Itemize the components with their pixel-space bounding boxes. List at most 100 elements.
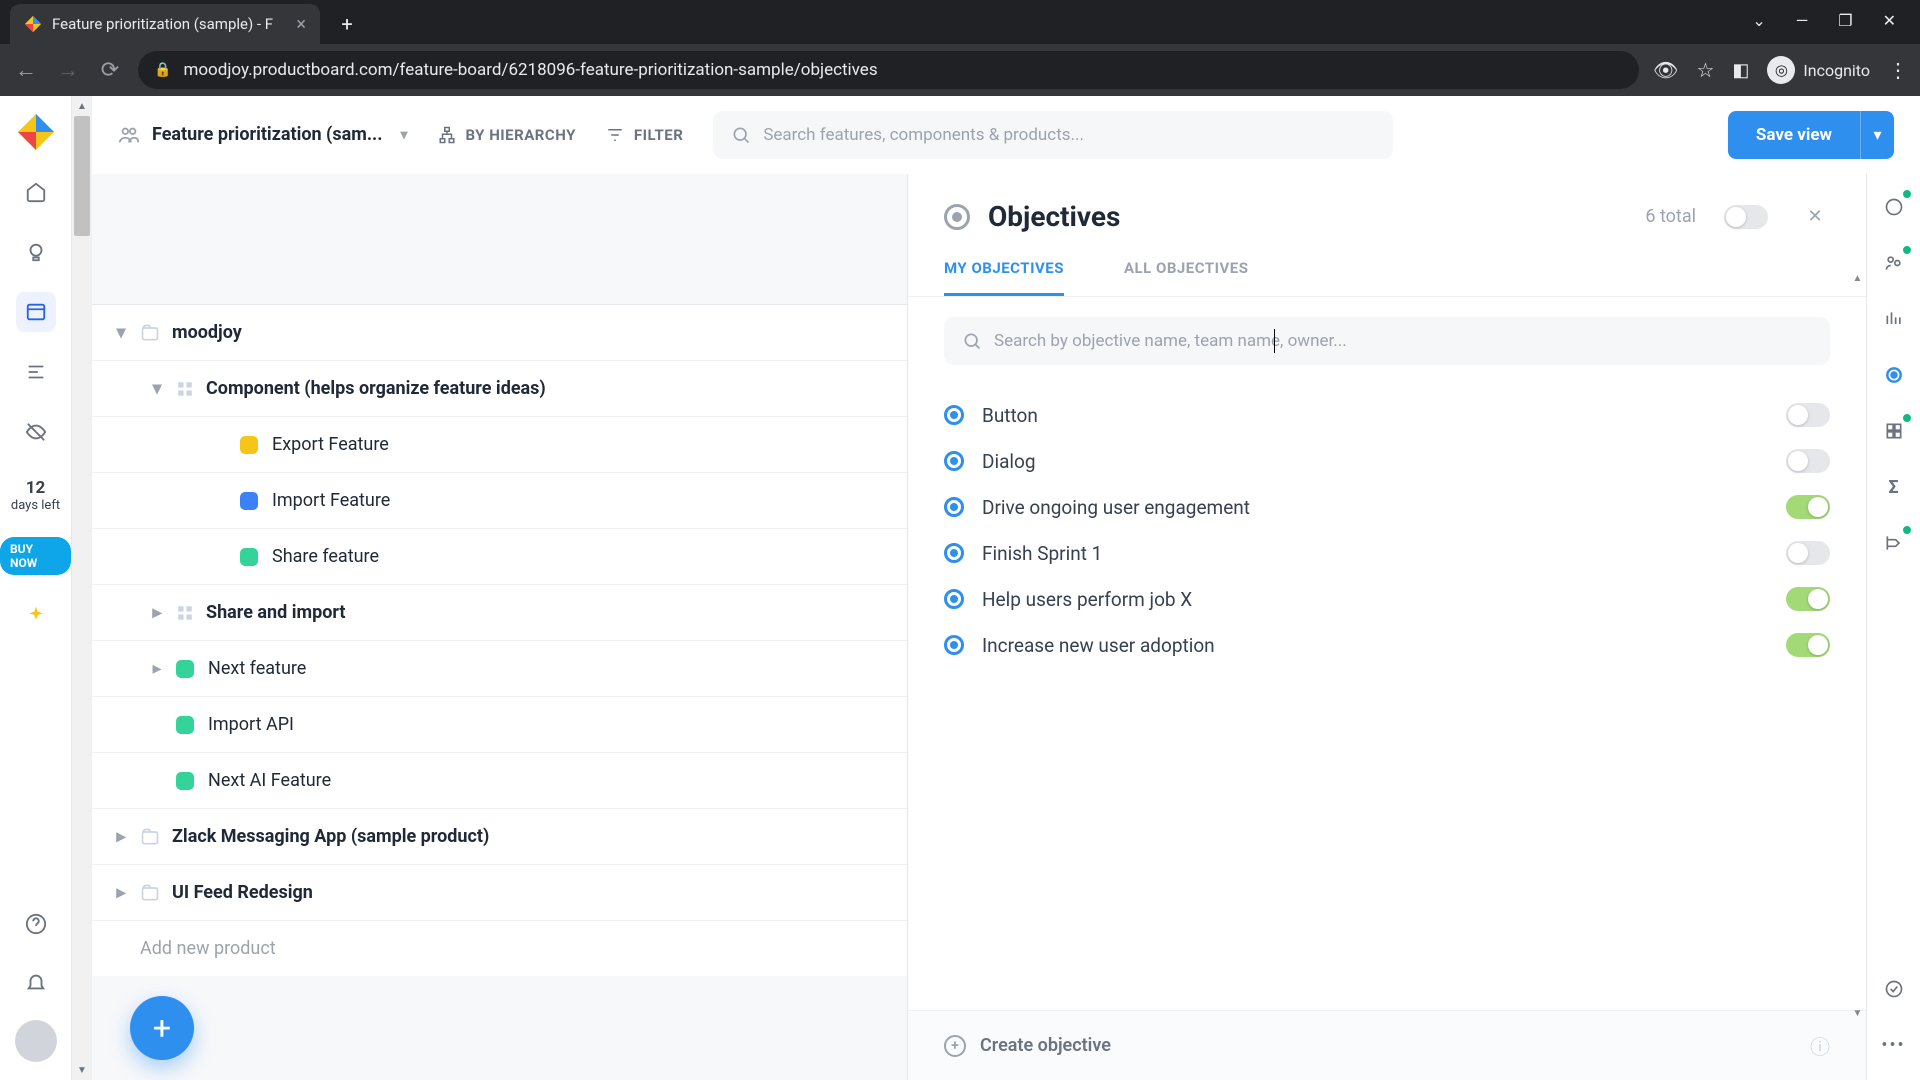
search-icon [731, 125, 751, 145]
close-icon[interactable]: × [296, 14, 306, 35]
board-name-dropdown[interactable]: Feature prioritization (sam... ▾ [118, 124, 408, 146]
more-icon[interactable]: ••• [1879, 1030, 1909, 1060]
release-icon[interactable] [1879, 528, 1909, 558]
objective-label: Dialog [982, 450, 1768, 473]
url-text: moodjoy.productboard.com/feature-board/6… [183, 60, 877, 80]
add-fab[interactable]: + [130, 996, 194, 1060]
sparkle-icon[interactable] [16, 595, 56, 635]
incognito-badge[interactable]: ◎ Incognito [1767, 56, 1870, 84]
forward-icon: → [54, 57, 82, 83]
folder-icon [140, 323, 160, 343]
show-all-toggle[interactable] [1724, 205, 1768, 229]
incognito-eye-icon[interactable]: 👁 [1653, 58, 1678, 82]
segments-icon[interactable] [1879, 304, 1909, 334]
objective-bullet-icon [944, 405, 964, 425]
objective-toggle[interactable] [1786, 587, 1830, 611]
kebab-menu-icon[interactable]: ⋮ [1888, 58, 1908, 82]
create-objective-button[interactable]: + Create objective ⓘ [908, 1010, 1866, 1080]
tree-row[interactable]: ▸UI Feed Redesign [92, 864, 907, 920]
tree-row[interactable]: ▾Component (helps organize feature ideas… [92, 360, 907, 416]
tab-search-icon[interactable]: ⌄ [1752, 11, 1765, 30]
tab-my-objectives[interactable]: MY OBJECTIVES [944, 259, 1064, 296]
search-input[interactable] [763, 125, 1375, 145]
tree-row[interactable]: Next AI Feature [92, 752, 907, 808]
objective-row: Button [944, 403, 1830, 427]
back-icon[interactable]: ← [12, 57, 40, 83]
notifications-icon[interactable] [16, 962, 56, 1002]
feature-color-icon [176, 660, 194, 678]
save-view-button[interactable]: Save view [1728, 111, 1860, 159]
drivers-icon[interactable] [1879, 416, 1909, 446]
by-hierarchy-button[interactable]: BY HIERARCHY [438, 126, 576, 144]
productboard-logo[interactable] [16, 112, 56, 152]
folder-icon [140, 883, 160, 903]
save-view-dropdown[interactable]: ▾ [1860, 111, 1894, 159]
tree-row[interactable]: ▸Next feature [92, 640, 907, 696]
new-tab-button[interactable]: + [332, 9, 362, 39]
tree-row[interactable]: Export Feature [92, 416, 907, 472]
panel-scrollbar[interactable]: ▲ ▼ [1849, 270, 1866, 1022]
left-rail: 12 days left BUY NOW [0, 96, 72, 1080]
objective-toggle[interactable] [1786, 541, 1830, 565]
avatar[interactable] [15, 1020, 57, 1062]
roadmap-icon[interactable] [16, 352, 56, 392]
feature-color-icon [176, 716, 194, 734]
objective-toggle[interactable] [1786, 495, 1830, 519]
feature-tree: ▾moodjoy▾Component (helps organize featu… [92, 174, 907, 1080]
home-icon[interactable] [16, 172, 56, 212]
tree-row[interactable]: ▸Zlack Messaging App (sample product) [92, 808, 907, 864]
health-icon[interactable] [1879, 192, 1909, 222]
tree-label: Next AI Feature [208, 770, 331, 791]
objectives-search[interactable] [944, 317, 1830, 365]
info-icon[interactable]: ⓘ [1810, 1031, 1830, 1060]
reload-icon[interactable]: ⟳ [96, 58, 124, 83]
objectives-count: 6 total [1645, 206, 1696, 227]
buy-now-button[interactable]: BUY NOW [0, 537, 71, 575]
plus-circle-icon: + [944, 1035, 966, 1057]
folder-icon [140, 827, 160, 847]
tree-row[interactable]: ▸Share and import [92, 584, 907, 640]
features-icon[interactable] [16, 292, 56, 332]
objective-bullet-icon [944, 451, 964, 471]
insights-icon[interactable] [16, 232, 56, 272]
rail-scrollbar[interactable]: ▲ ▼ [72, 96, 92, 1080]
bookmark-icon[interactable]: ☆ [1696, 58, 1714, 82]
tab-all-objectives[interactable]: ALL OBJECTIVES [1124, 259, 1249, 296]
objective-toggle[interactable] [1786, 449, 1830, 473]
help-icon[interactable] [16, 904, 56, 944]
filter-button[interactable]: FILTER [606, 126, 683, 144]
close-panel-button[interactable]: ✕ [1800, 202, 1830, 232]
objective-bullet-icon [944, 589, 964, 609]
tree-label: Next feature [208, 658, 306, 679]
search-box[interactable] [713, 111, 1393, 159]
component-icon [176, 604, 194, 622]
browser-tab[interactable]: Feature prioritization (sample) - F × [10, 4, 320, 44]
objectives-rail-icon[interactable] [1879, 360, 1909, 390]
tree-label: Share feature [272, 546, 379, 567]
objectives-search-input[interactable] [994, 331, 1812, 351]
chevron-down-icon: ▾ [400, 127, 407, 143]
portal-icon[interactable] [16, 412, 56, 452]
tasks-icon[interactable] [1879, 974, 1909, 1004]
tree-row[interactable]: Import Feature [92, 472, 907, 528]
tree-row[interactable]: Share feature [92, 528, 907, 584]
objective-row: Dialog [944, 449, 1830, 473]
tree-row[interactable]: ▾moodjoy [92, 304, 907, 360]
close-window-icon[interactable]: ✕ [1883, 11, 1896, 30]
objective-toggle[interactable] [1786, 633, 1830, 657]
objective-toggle[interactable] [1786, 403, 1830, 427]
tree-label: moodjoy [172, 322, 242, 343]
side-panel-icon[interactable]: ◧ [1732, 60, 1749, 81]
tree-label: Component (helps organize feature ideas) [206, 378, 546, 399]
tree-row[interactable]: Import API [92, 696, 907, 752]
search-icon [962, 331, 982, 351]
tree-label: Export Feature [272, 434, 389, 455]
formula-icon[interactable]: Σ [1879, 472, 1909, 502]
maximize-icon[interactable]: ❐ [1838, 11, 1852, 30]
tree-row[interactable]: Add new product [92, 920, 907, 976]
minimize-icon[interactable]: ― [1796, 11, 1809, 30]
objective-bullet-icon [944, 497, 964, 517]
address-bar[interactable]: 🔒 moodjoy.productboard.com/feature-board… [138, 51, 1639, 89]
feature-color-icon [240, 548, 258, 566]
collaborators-icon[interactable] [1879, 248, 1909, 278]
